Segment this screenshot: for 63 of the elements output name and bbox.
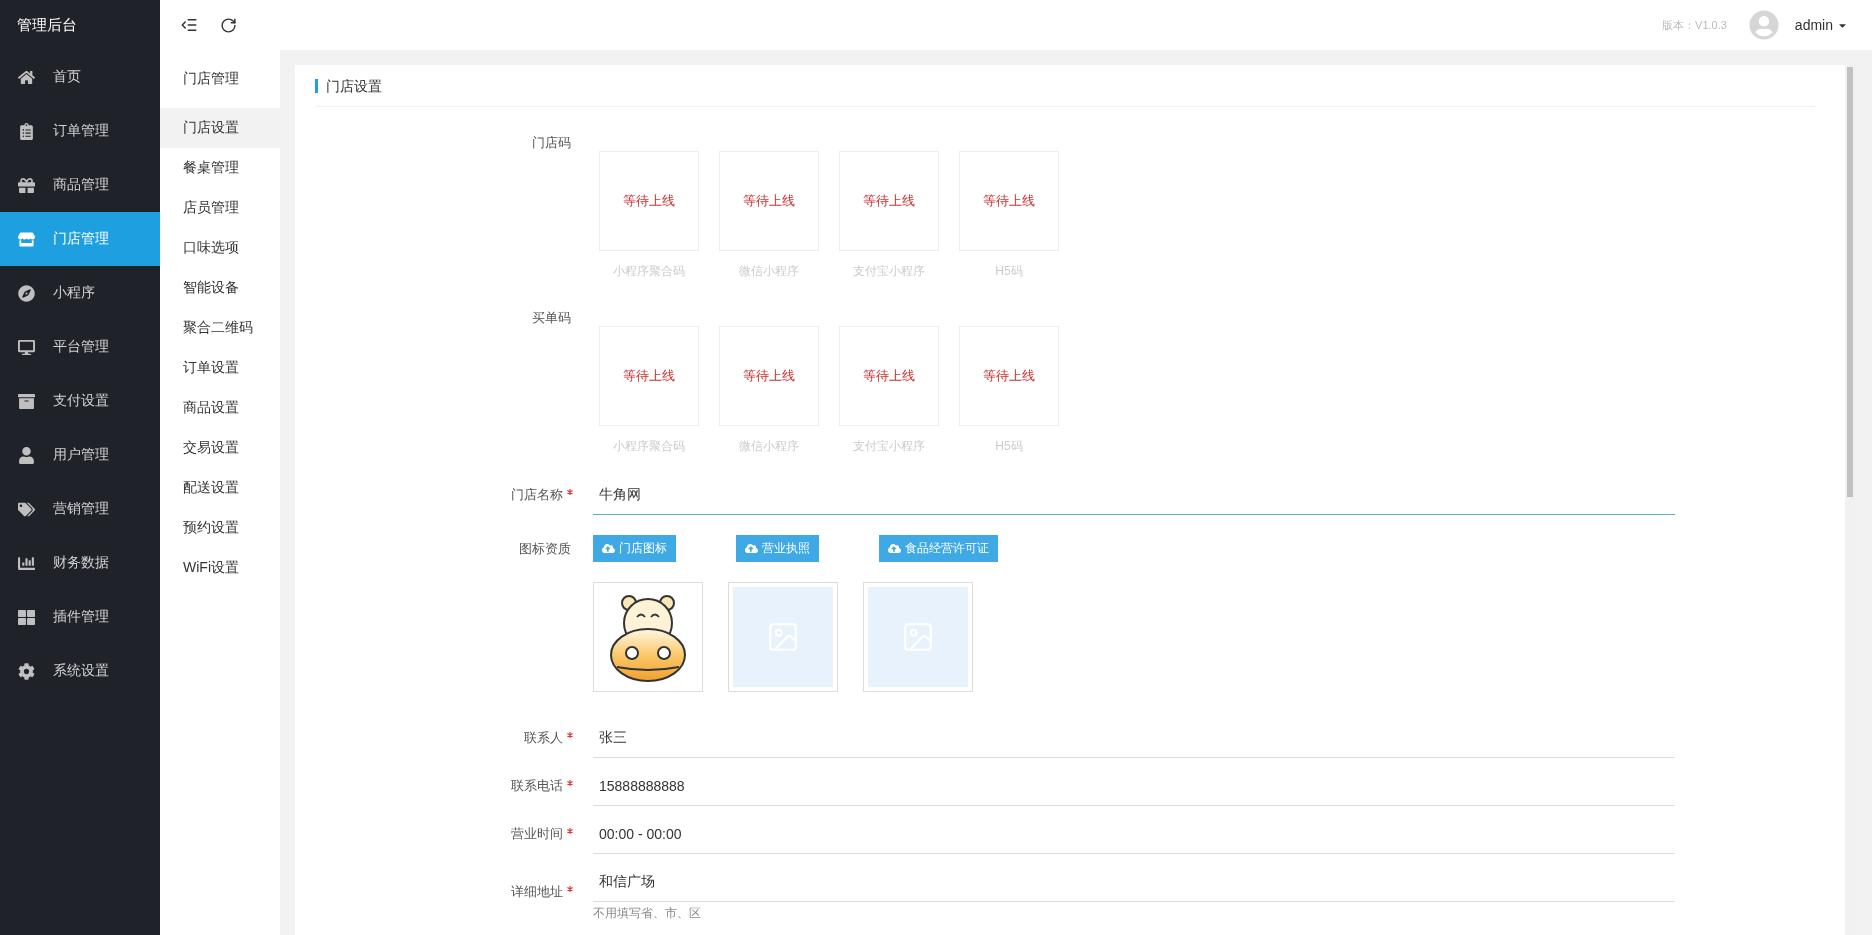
clipboard-icon [18,122,36,140]
monitor-icon [18,338,36,356]
sidebar-item[interactable]: 商品管理 [0,158,160,212]
qr-code-tile: 等待上线 [719,326,819,426]
qr-code-tile: 等待上线 [839,326,939,426]
collapse-menu-icon[interactable] [180,16,198,34]
sidebar-item[interactable]: 订单管理 [0,104,160,158]
card-title: 门店设置 [315,78,382,93]
sidebar-item[interactable]: 用户管理 [0,428,160,482]
sidebar-item[interactable]: 插件管理 [0,590,160,644]
cloud-upload-icon [888,542,901,555]
qr-code-tile: 等待上线 [959,151,1059,251]
sidebar-item[interactable]: 系统设置 [0,644,160,698]
qr-code-tile: 等待上线 [599,326,699,426]
home-icon [18,68,36,86]
field-label: 门店名称 [511,486,563,504]
submenu-title: 门店管理 [182,69,240,88]
qr-code-tile: 等待上线 [959,326,1059,426]
user-icon [18,446,36,464]
sidebar-item[interactable]: 财务数据 [0,536,160,590]
grid-icon [18,608,36,626]
qr-code-tile: 等待上线 [719,151,819,251]
field-label: 详细地址 [511,883,563,901]
user-menu[interactable]: admin [1794,17,1848,33]
submenu-item[interactable]: 智能设备 [160,268,280,308]
submenu-item[interactable]: 餐桌管理 [160,148,280,188]
sidebar-item[interactable]: 首页 [0,50,160,104]
refresh-icon[interactable] [220,16,237,34]
field-hint: 不用填写省、市、区 [593,905,701,922]
submenu-item[interactable]: 预约设置 [160,508,280,548]
gift-icon [18,176,36,194]
submenu-item[interactable]: 交易设置 [160,428,280,468]
section-label: 图标资质 [518,539,572,558]
avatar-icon [1748,10,1779,40]
submenu-item[interactable]: 订单设置 [160,348,280,388]
store-icon [18,230,36,248]
section-label: 门店码 [531,134,572,152]
cloud-upload-icon [745,542,758,555]
field-label: 营业时间 [511,825,563,843]
bar-chart-icon [18,554,36,572]
field-label: 联系电话 [511,777,563,795]
sidebar-item[interactable]: 支付设置 [0,374,160,428]
submenu-item[interactable]: 店员管理 [160,188,280,228]
sidebar-item[interactable]: 平台管理 [0,320,160,374]
cloud-upload-icon [602,542,615,555]
submenu-item[interactable]: 门店设置 [160,108,280,148]
submenu-item[interactable]: 配送设置 [160,468,280,508]
field-label: 联系人 [524,729,563,747]
version-text: 版本：V1.0.3 [1662,17,1727,33]
submenu-item[interactable]: WiFi设置 [160,548,280,588]
submenu-item[interactable]: 商品设置 [160,388,280,428]
archive-icon [18,392,36,410]
section-label: 买单码 [531,309,572,327]
submenu-item[interactable]: 聚合二维码 [160,308,280,348]
tag-icon [18,500,36,518]
sidebar-item[interactable]: 小程序 [0,266,160,320]
qr-code-tile: 等待上线 [839,151,939,251]
qr-code-tile: 等待上线 [599,151,699,251]
submenu-item[interactable]: 口味选项 [160,228,280,268]
sidebar-item[interactable]: 营销管理 [0,482,160,536]
settings-icon [18,662,36,680]
compass-icon [18,284,36,302]
app-title: 管理后台 [16,14,78,35]
